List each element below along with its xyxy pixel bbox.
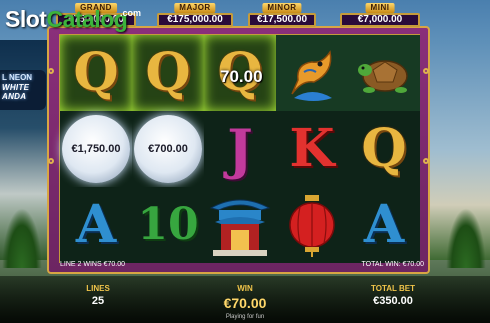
frame-ornament bbox=[423, 68, 429, 74]
line-win-text: LINE 2 WINS €70.00 bbox=[60, 261, 125, 268]
jackpot-minor: MINOR €17,500.00 bbox=[248, 3, 316, 27]
reel-cell-turtle bbox=[348, 35, 420, 111]
reel-cell-q: Q bbox=[348, 111, 420, 187]
symbol-q: Q bbox=[361, 118, 407, 179]
reel-grid: Q Q Q €1,750.00 €700.00 J K Q A 10 A 70.… bbox=[60, 35, 420, 263]
symbol-a: A bbox=[75, 194, 117, 255]
jackpot-major-value: €175,000.00 bbox=[157, 13, 233, 27]
logo-word-1: Slot bbox=[5, 6, 47, 32]
neon-sign: L NEON WHITE ANDA bbox=[0, 70, 46, 110]
win-value: €70.00 bbox=[223, 295, 267, 311]
symbol-a: A bbox=[363, 194, 405, 255]
jackpot-mini-label: MINI bbox=[365, 3, 395, 13]
temple-icon bbox=[209, 199, 271, 256]
total-bet-label: TOTAL BET bbox=[371, 284, 415, 293]
jackpot-mini-value: €7,000.00 bbox=[340, 13, 420, 27]
total-bet-display[interactable]: TOTAL BET €350.00 bbox=[362, 284, 424, 307]
jackpot-minor-label: MINOR bbox=[262, 3, 302, 13]
reel-cell-fish bbox=[276, 35, 348, 111]
logo-domain: .com bbox=[120, 8, 142, 18]
total-win-text: TOTAL WIN: €70.00 bbox=[361, 261, 424, 268]
neon-sign-line2: WHITE bbox=[2, 82, 30, 92]
reel-cell-j: J bbox=[204, 111, 276, 187]
win-info-bar: LINE 2 WINS €70.00 TOTAL WIN: €70.00 bbox=[60, 260, 430, 270]
reel-area: Q Q Q €1,750.00 €700.00 J K Q A 10 A 70.… bbox=[59, 34, 420, 263]
neon-sign-line3: ANDA bbox=[2, 92, 27, 102]
reel-cell-a: A bbox=[60, 187, 132, 263]
red-lantern-icon bbox=[289, 195, 335, 257]
reel-cell-10: 10 bbox=[132, 187, 204, 263]
jackpot-mini: MINI €7,000.00 bbox=[340, 3, 420, 27]
reel-cell-moon: €1,750.00 bbox=[60, 111, 132, 187]
lines-label: LINES bbox=[86, 284, 110, 293]
symbol-j: J bbox=[227, 117, 253, 181]
jackpot-minor-value: €17,500.00 bbox=[248, 13, 316, 27]
frame-ornament bbox=[48, 158, 54, 164]
symbol-10: 10 bbox=[137, 199, 199, 250]
lines-display[interactable]: LINES 25 bbox=[78, 284, 118, 307]
turtle-icon bbox=[358, 60, 408, 93]
reel-cell-q: Q bbox=[132, 35, 204, 111]
frame-ornament bbox=[48, 68, 54, 74]
frame-ornament bbox=[423, 158, 429, 164]
neon-sign-line1: L NEON bbox=[2, 73, 33, 82]
total-bet-value: €350.00 bbox=[373, 295, 413, 307]
jackpot-major-label: MAJOR bbox=[174, 3, 216, 13]
control-panel: LINES 25 WIN €70.00 TOTAL BET €350.00 Pl… bbox=[0, 276, 490, 323]
moon-cash-icon: €1,750.00 bbox=[62, 115, 130, 183]
reel-cell-a: A bbox=[348, 187, 420, 263]
fern-decoration-left bbox=[2, 208, 42, 268]
reel-cell-moon: €700.00 bbox=[132, 111, 204, 187]
logo-word-2: Catalog bbox=[46, 6, 128, 32]
win-label: WIN bbox=[237, 284, 253, 293]
symbol-q: Q bbox=[73, 42, 119, 103]
moon-cash-value: €1,750.00 bbox=[71, 143, 121, 155]
play-mode-footer: Playing for fun bbox=[225, 314, 265, 320]
symbol-q: Q bbox=[145, 42, 191, 103]
jackpot-major: MAJOR €175,000.00 bbox=[157, 3, 233, 27]
reel-cell-q: Q bbox=[60, 35, 132, 111]
lines-value: 25 bbox=[91, 295, 105, 307]
win-amount-overlay: 70.00 bbox=[220, 67, 263, 86]
win-display: WIN €70.00 bbox=[205, 284, 285, 311]
fern-decoration-right bbox=[446, 208, 486, 268]
reel-cell-k: K bbox=[276, 111, 348, 187]
reel-cell-lantern bbox=[276, 187, 348, 263]
moon-cash-value: €700.00 bbox=[148, 143, 188, 155]
reel-cell-temple bbox=[204, 187, 276, 263]
reel-frame: Q Q Q €1,750.00 €700.00 J K Q A 10 A 70.… bbox=[47, 26, 430, 274]
site-logo: SlotCatalog bbox=[5, 6, 128, 33]
koi-fish-icon bbox=[291, 50, 332, 101]
moon-cash-icon: €700.00 bbox=[134, 115, 202, 183]
symbol-k: K bbox=[289, 118, 335, 179]
